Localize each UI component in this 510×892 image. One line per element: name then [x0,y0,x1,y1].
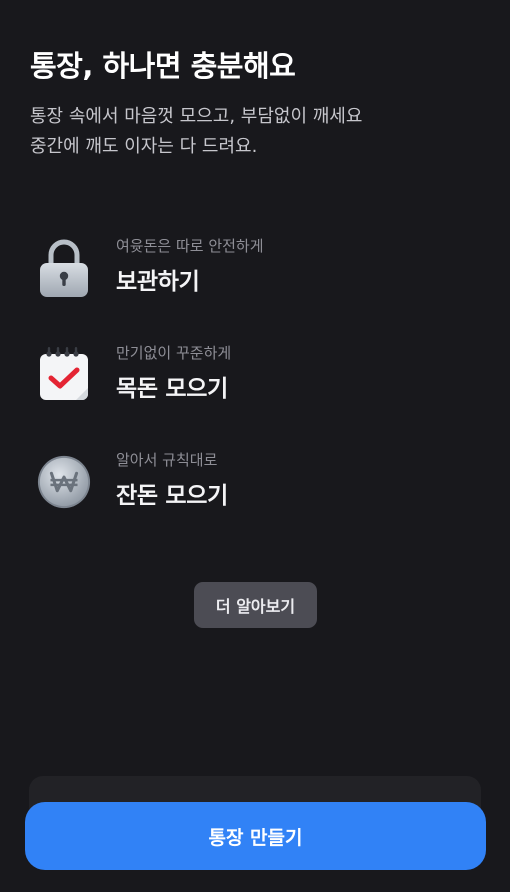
page-title: 통장, 하나면 충분해요 [30,49,296,83]
calendar-check-icon [36,343,92,407]
feature-subtitle: 만기없이 꾸준하게 [116,344,232,362]
lock-icon [36,236,92,300]
feature-title: 잔돈 모으기 [116,483,229,509]
feature-title: 보관하기 [116,269,200,295]
create-account-button[interactable]: 통장 만들기 [25,802,486,870]
subtitle-line-1: 통장 속에서 마음껏 모으고, 부담없이 깨세요 [30,106,363,127]
feature-subtitle: 알아서 규칙대로 [116,451,218,469]
subtitle-line-2: 중간에 깨도 이자는 다 드려요. [30,136,258,157]
feature-list: 여윳돈은 따로 안전하게 보관하기 만기없이 꾸준하게 목돈 모으기 알아서 규… [36,232,480,553]
feature-subtitle: 여윳돈은 따로 안전하게 [116,237,264,255]
hero-section: 통장, 하나면 충분해요 통장 속에서 마음껏 모으고, 부담없이 깨세요 중간… [30,46,480,162]
won-coin-icon [36,450,92,514]
feature-item-store: 여윳돈은 따로 안전하게 보관하기 [36,232,480,339]
learn-more-button[interactable]: 더 알아보기 [194,582,317,628]
page-subtitle: 통장 속에서 마음껏 모으고, 부담없이 깨세요 중간에 깨도 이자는 다 드려… [30,102,480,162]
feature-item-change: 알아서 규칙대로 잔돈 모으기 [36,446,480,553]
feature-item-save: 만기없이 꾸준하게 목돈 모으기 [36,339,480,446]
feature-title: 목돈 모으기 [116,376,229,402]
